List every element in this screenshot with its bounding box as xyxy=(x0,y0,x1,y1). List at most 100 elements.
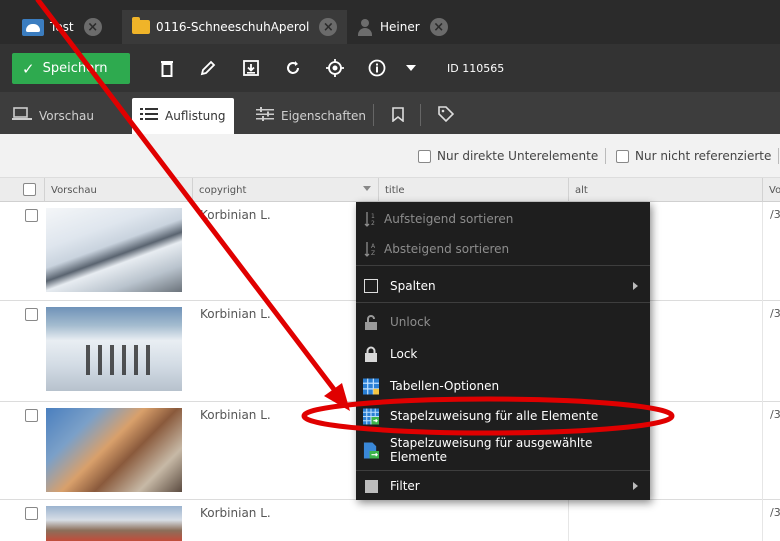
menu-item-columns[interactable]: Spalten xyxy=(356,272,650,300)
menu-item-unlock[interactable]: Unlock xyxy=(356,308,650,336)
column-divider xyxy=(762,202,763,541)
menu-label: Tabellen-Optionen xyxy=(390,379,500,393)
column-header-alt[interactable]: alt xyxy=(568,178,762,202)
row-checkbox[interactable] xyxy=(25,409,38,422)
menu-item-sort-asc[interactable]: 12 Aufsteigend sortieren xyxy=(356,205,650,233)
menu-label: Absteigend sortieren xyxy=(384,242,510,256)
menu-label: Filter xyxy=(390,479,420,493)
lock-icon xyxy=(363,346,379,362)
dropdown-icon[interactable] xyxy=(398,56,424,80)
sort-ascending-icon: 12 xyxy=(363,211,379,227)
tab-label: Heiner xyxy=(380,20,420,34)
folder-icon xyxy=(132,17,150,34)
row-checkbox[interactable] xyxy=(25,209,38,222)
column-header-title[interactable]: title xyxy=(378,178,568,202)
menu-item-table-options[interactable]: Tabellen-Optionen xyxy=(356,372,650,400)
checkbox[interactable] xyxy=(418,149,431,163)
column-header-copyright[interactable]: copyright xyxy=(192,178,378,202)
user-icon xyxy=(356,18,374,36)
tag-icon xyxy=(438,106,455,126)
close-icon[interactable]: × xyxy=(319,18,338,36)
tab-auflistung[interactable]: Auflistung xyxy=(132,98,234,134)
toolbar: ✓ Speichern ID 110565 xyxy=(0,44,780,92)
submenu-arrow-icon xyxy=(633,482,638,490)
reload-icon[interactable] xyxy=(280,56,306,80)
tab-heiner[interactable]: Heiner × xyxy=(356,10,448,44)
save-button[interactable]: ✓ Speichern xyxy=(12,53,130,84)
column-header-vorschau[interactable]: Vorschau xyxy=(44,178,192,202)
columns-icon xyxy=(363,278,379,294)
tab-vorschau[interactable]: Vorschau xyxy=(4,98,102,134)
row-checkbox[interactable] xyxy=(25,507,38,520)
filter-direct-children[interactable]: Nur direkte Unterelemente xyxy=(418,149,598,163)
row-checkbox[interactable] xyxy=(25,308,38,321)
edit-icon[interactable] xyxy=(195,56,221,80)
tab-separator xyxy=(420,104,421,126)
menu-separator xyxy=(356,470,650,471)
checkbox[interactable] xyxy=(616,149,629,163)
properties-icon xyxy=(256,107,274,125)
tab-tags[interactable] xyxy=(430,98,462,134)
tab-schneeschuh[interactable]: 0116-SchneeschuhAperol × xyxy=(122,10,348,44)
unlock-icon xyxy=(363,314,379,330)
filter-label: Nur direkte Unterelemente xyxy=(437,149,599,163)
locate-icon[interactable] xyxy=(322,56,348,80)
delete-icon[interactable] xyxy=(154,56,180,80)
close-icon[interactable]: × xyxy=(83,18,102,36)
copyright-cell: Korbinian L. xyxy=(200,408,271,422)
select-all-checkbox[interactable] xyxy=(23,183,36,196)
path-cell: /3 xyxy=(770,307,780,320)
filter-separator xyxy=(605,148,606,164)
svg-text:1: 1 xyxy=(371,213,375,220)
save-label: Speichern xyxy=(42,61,108,76)
tab-bookmark[interactable] xyxy=(384,98,412,134)
copyright-cell: Korbinian L. xyxy=(200,506,271,520)
list-icon xyxy=(140,107,158,125)
thumbnail-image xyxy=(46,506,182,541)
tab-label: Vorschau xyxy=(39,109,94,123)
tab-label: Auflistung xyxy=(165,109,226,123)
tab-label: Test xyxy=(50,20,74,34)
bookmark-icon xyxy=(392,106,404,126)
filter-unreferenced[interactable]: Nur nicht referenzierte xyxy=(616,149,771,163)
tab-eigenschaften[interactable]: Eigenschaften xyxy=(248,98,374,134)
submenu-arrow-icon xyxy=(633,282,638,290)
download-icon[interactable] xyxy=(238,56,264,80)
column-header-path[interactable]: Vo xyxy=(762,178,780,202)
table-options-icon xyxy=(363,378,379,394)
table-row[interactable]: Korbinian L. /3 xyxy=(0,500,780,541)
svg-text:A: A xyxy=(371,243,376,250)
grid-header: Vorschau copyright title alt Vo xyxy=(0,178,780,202)
menu-item-batch-all[interactable]: Stapelzuweisung für alle Elemente xyxy=(356,402,650,430)
thumbnail-image xyxy=(46,408,182,492)
preview-icon xyxy=(12,107,32,125)
info-icon[interactable] xyxy=(364,56,390,80)
svg-text:Z: Z xyxy=(371,250,375,257)
tab-bar: Test × 0116-SchneeschuhAperol × Heiner × xyxy=(0,0,780,44)
menu-label: Spalten xyxy=(390,279,436,293)
menu-label: Lock xyxy=(390,347,418,361)
path-cell: /3 xyxy=(770,208,780,221)
menu-item-batch-selected[interactable]: Stapelzuweisung für ausgewählte Elemente xyxy=(356,436,650,464)
menu-separator xyxy=(356,265,650,266)
filter-bar: Nur direkte Unterelemente Nur nicht refe… xyxy=(0,134,780,178)
filter-label: Nur nicht referenzierte xyxy=(635,149,772,163)
batch-assign-selected-icon xyxy=(363,442,379,458)
filter-icon xyxy=(363,478,379,494)
thumbnail-image xyxy=(46,307,182,391)
menu-label: Unlock xyxy=(390,315,431,329)
menu-item-sort-desc[interactable]: AZ Absteigend sortieren xyxy=(356,235,650,263)
view-tabs: Vorschau Auflistung Eigenschaften xyxy=(0,92,780,134)
tab-label: Eigenschaften xyxy=(281,109,367,123)
column-menu-trigger[interactable] xyxy=(363,186,371,191)
filter-separator xyxy=(778,148,779,164)
tab-test[interactable]: Test × xyxy=(22,10,102,44)
id-label: ID 110565 xyxy=(447,62,505,75)
path-cell: /3 xyxy=(770,506,780,519)
menu-item-filter[interactable]: Filter xyxy=(356,472,650,500)
close-icon[interactable]: × xyxy=(429,18,448,36)
menu-label: Aufsteigend sortieren xyxy=(384,212,514,226)
check-icon: ✓ xyxy=(22,59,35,78)
menu-separator xyxy=(356,302,650,303)
menu-item-lock[interactable]: Lock xyxy=(356,340,650,368)
